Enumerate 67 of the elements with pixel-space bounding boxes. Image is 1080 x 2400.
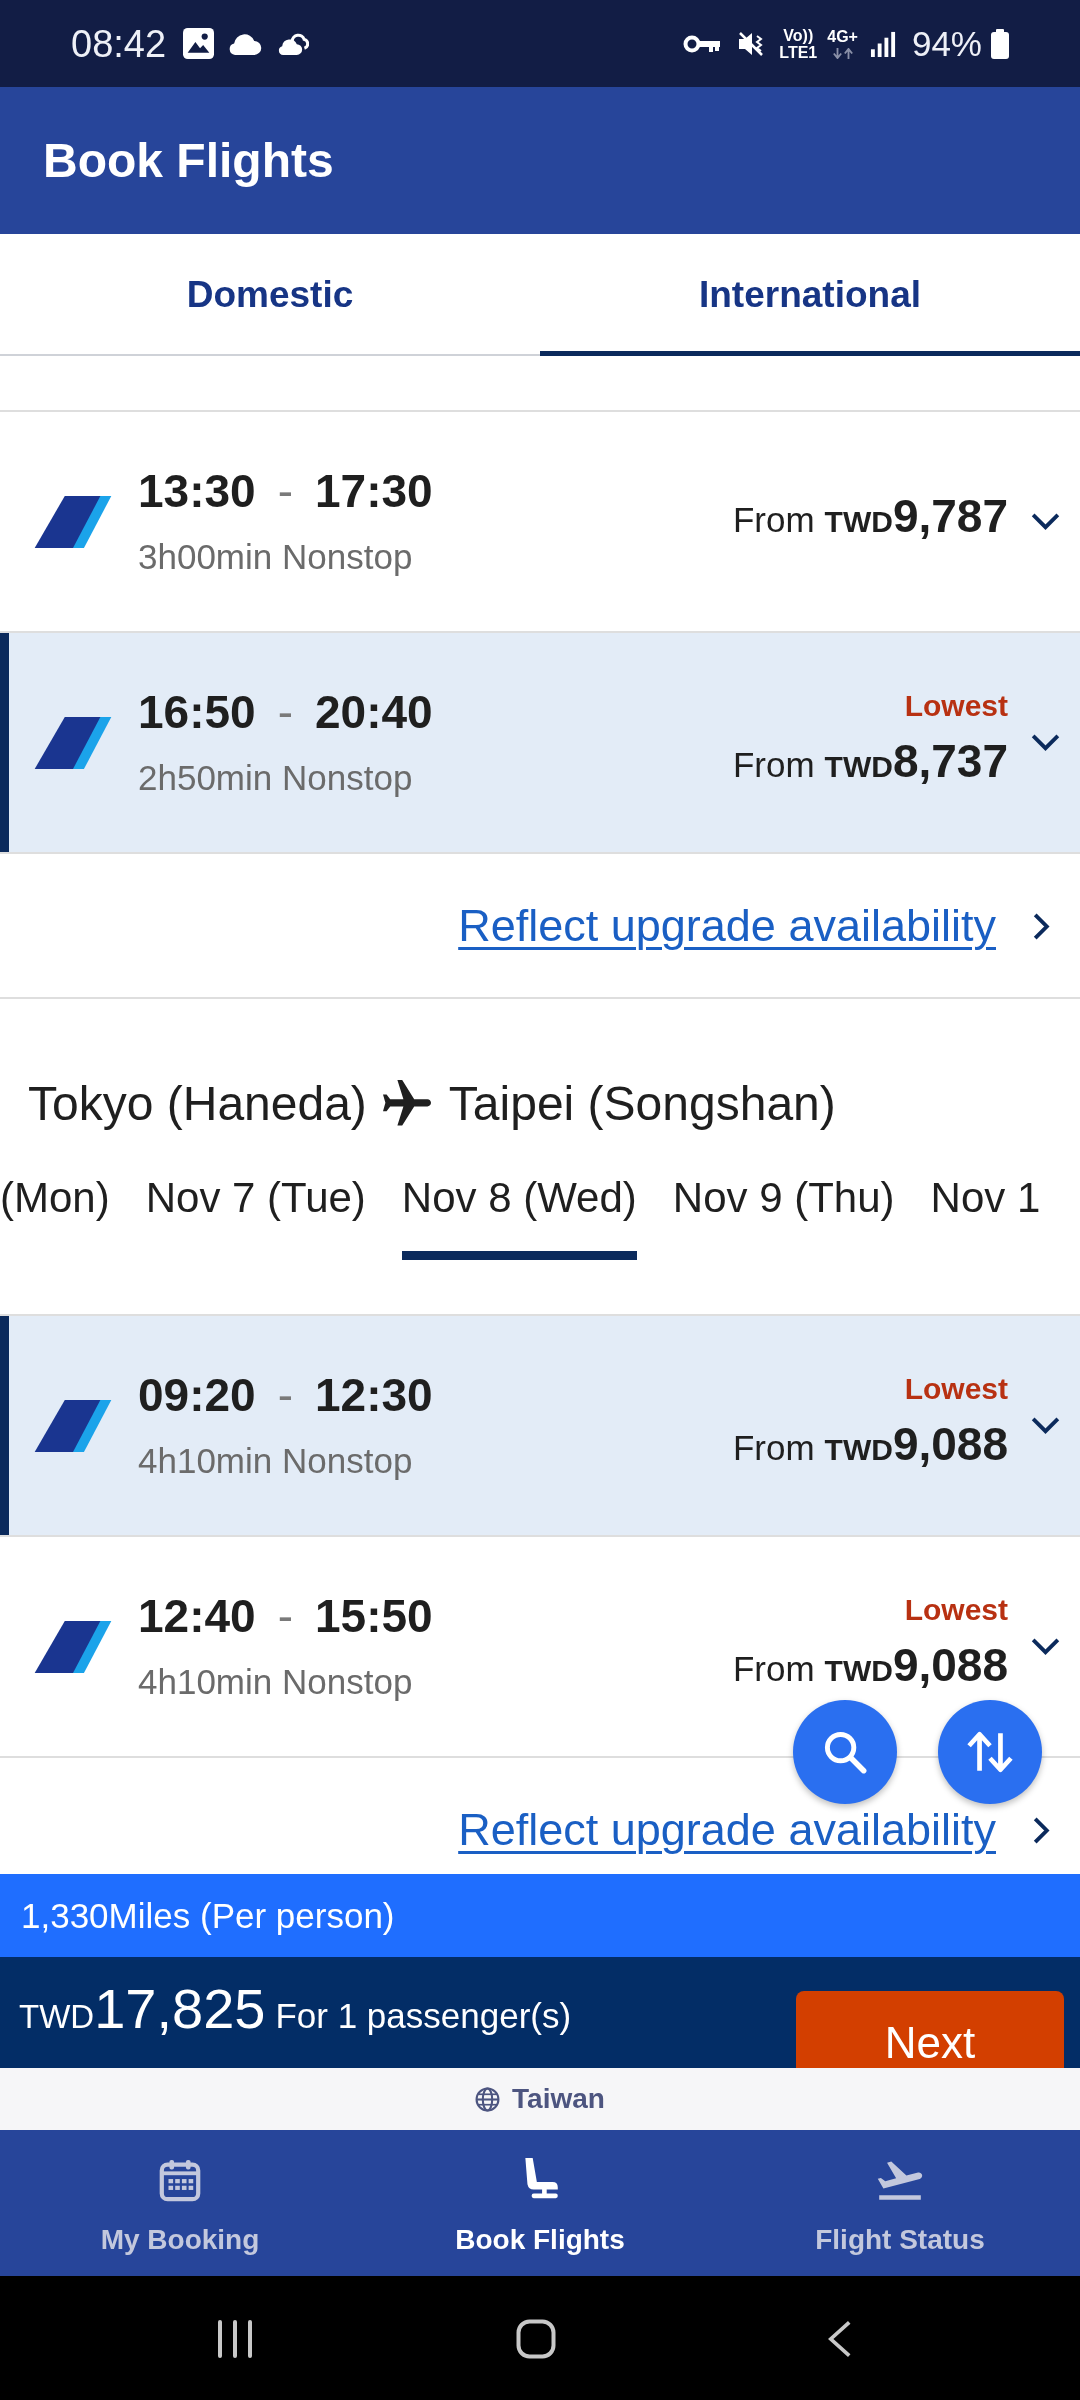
flight-duration: 4h10min Nonstop — [138, 1440, 414, 1482]
flight-times: 13:30 - 17:30 — [138, 464, 433, 518]
swap-arrows-icon — [967, 1730, 1013, 1774]
tab[interactable]: International — [540, 234, 1080, 356]
battery-icon — [990, 28, 1010, 59]
flight-row[interactable]: 09:20 - 12:30 4h10min Nonstop Lowest From TWD9,088 — [0, 1316, 1080, 1537]
fare-price: From TWD9,787 — [732, 489, 1008, 544]
total-fare: TWD17,825 For 1 passenger(s) — [19, 1978, 572, 2042]
flight-duration: 2h50min Nonstop — [138, 757, 414, 799]
page-title: Book Flights — [43, 132, 334, 189]
flight-times: 12:40 - 15:50 — [138, 1589, 433, 1643]
tab[interactable]: Domestic — [0, 234, 540, 356]
chevron-down-icon[interactable] — [1030, 1637, 1061, 1656]
search-icon — [822, 1730, 868, 1774]
flight-times: 16:50 - 20:40 — [138, 685, 433, 739]
globe-icon — [475, 2086, 501, 2112]
route-destination: Taipei (Songshan) — [448, 1076, 836, 1132]
nav-tab[interactable]: Flight Status — [720, 2130, 1080, 2276]
home-icon[interactable] — [516, 2319, 556, 2359]
airline-logo-icon — [34, 1620, 112, 1673]
battery-percent: 94% — [911, 23, 982, 64]
fare-price: From TWD8,737 — [732, 734, 1008, 789]
gallery-icon — [183, 28, 215, 59]
fare-price: From TWD9,088 — [732, 1417, 1008, 1472]
region-selector[interactable]: Taiwan — [475, 2082, 605, 2116]
airline-logo-icon — [34, 495, 112, 548]
flight-row[interactable]: 16:50 - 20:40 2h50min Nonstop Lowest From TWD8,737 — [0, 633, 1080, 854]
flight-duration: 4h10min Nonstop — [138, 1661, 414, 1703]
calendar-icon — [157, 2157, 203, 2203]
date-tab[interactable]: (Mon) — [0, 1173, 110, 1260]
signal-icon — [869, 30, 897, 57]
lowest-fare-label: Lowest — [904, 1371, 1008, 1407]
date-tab[interactable]: Nov 8 (Wed) — [401, 1173, 637, 1260]
chevron-down-icon[interactable] — [1030, 1416, 1061, 1435]
upgrade-link[interactable]: Reflect upgrade availability — [458, 899, 996, 953]
chevron-right-icon[interactable] — [1032, 1816, 1050, 1845]
date-tab[interactable]: Nov 9 (Thu) — [672, 1173, 895, 1260]
airplane-icon — [382, 1080, 431, 1128]
search-button[interactable] — [793, 1700, 897, 1804]
next-button[interactable]: Next — [796, 1991, 1064, 2068]
fare-price: From TWD9,088 — [732, 1638, 1008, 1693]
recent-apps-icon[interactable] — [217, 2319, 253, 2359]
lte-label: LTE1 — [779, 43, 818, 61]
route-origin: Tokyo (Haneda) — [28, 1076, 367, 1132]
lowest-fare-label: Lowest — [904, 1592, 1008, 1628]
miles-text: 1,330Miles (Per person) — [21, 1895, 395, 1936]
chevron-right-icon[interactable] — [1032, 912, 1050, 941]
airline-logo-icon — [34, 1399, 112, 1452]
network-type: 4G+ — [827, 28, 858, 46]
flight-duration: 3h00min Nonstop — [138, 536, 414, 578]
clouds-icon — [277, 32, 310, 55]
nav-tab[interactable]: My Booking — [0, 2130, 360, 2276]
volte-label: Vo)) — [783, 26, 814, 44]
lowest-fare-label: Lowest — [904, 688, 1008, 724]
status-time: 08:42 — [71, 21, 167, 66]
airline-logo-icon — [34, 716, 112, 769]
cloud-icon — [228, 32, 264, 55]
swap-button[interactable] — [938, 1700, 1042, 1804]
flight-times: 09:20 - 12:30 — [138, 1368, 433, 1422]
nav-tab[interactable]: Book Flights — [360, 2130, 720, 2276]
chevron-down-icon[interactable] — [1030, 512, 1061, 531]
data-arrows-icon — [831, 48, 854, 59]
chevron-down-icon[interactable] — [1030, 733, 1061, 752]
upgrade-link[interactable]: Reflect upgrade availability — [458, 1803, 996, 1857]
date-tab[interactable]: Nov 1 — [930, 1173, 1041, 1260]
date-tab[interactable]: Nov 7 (Tue) — [145, 1173, 366, 1260]
back-icon[interactable] — [828, 2319, 852, 2359]
